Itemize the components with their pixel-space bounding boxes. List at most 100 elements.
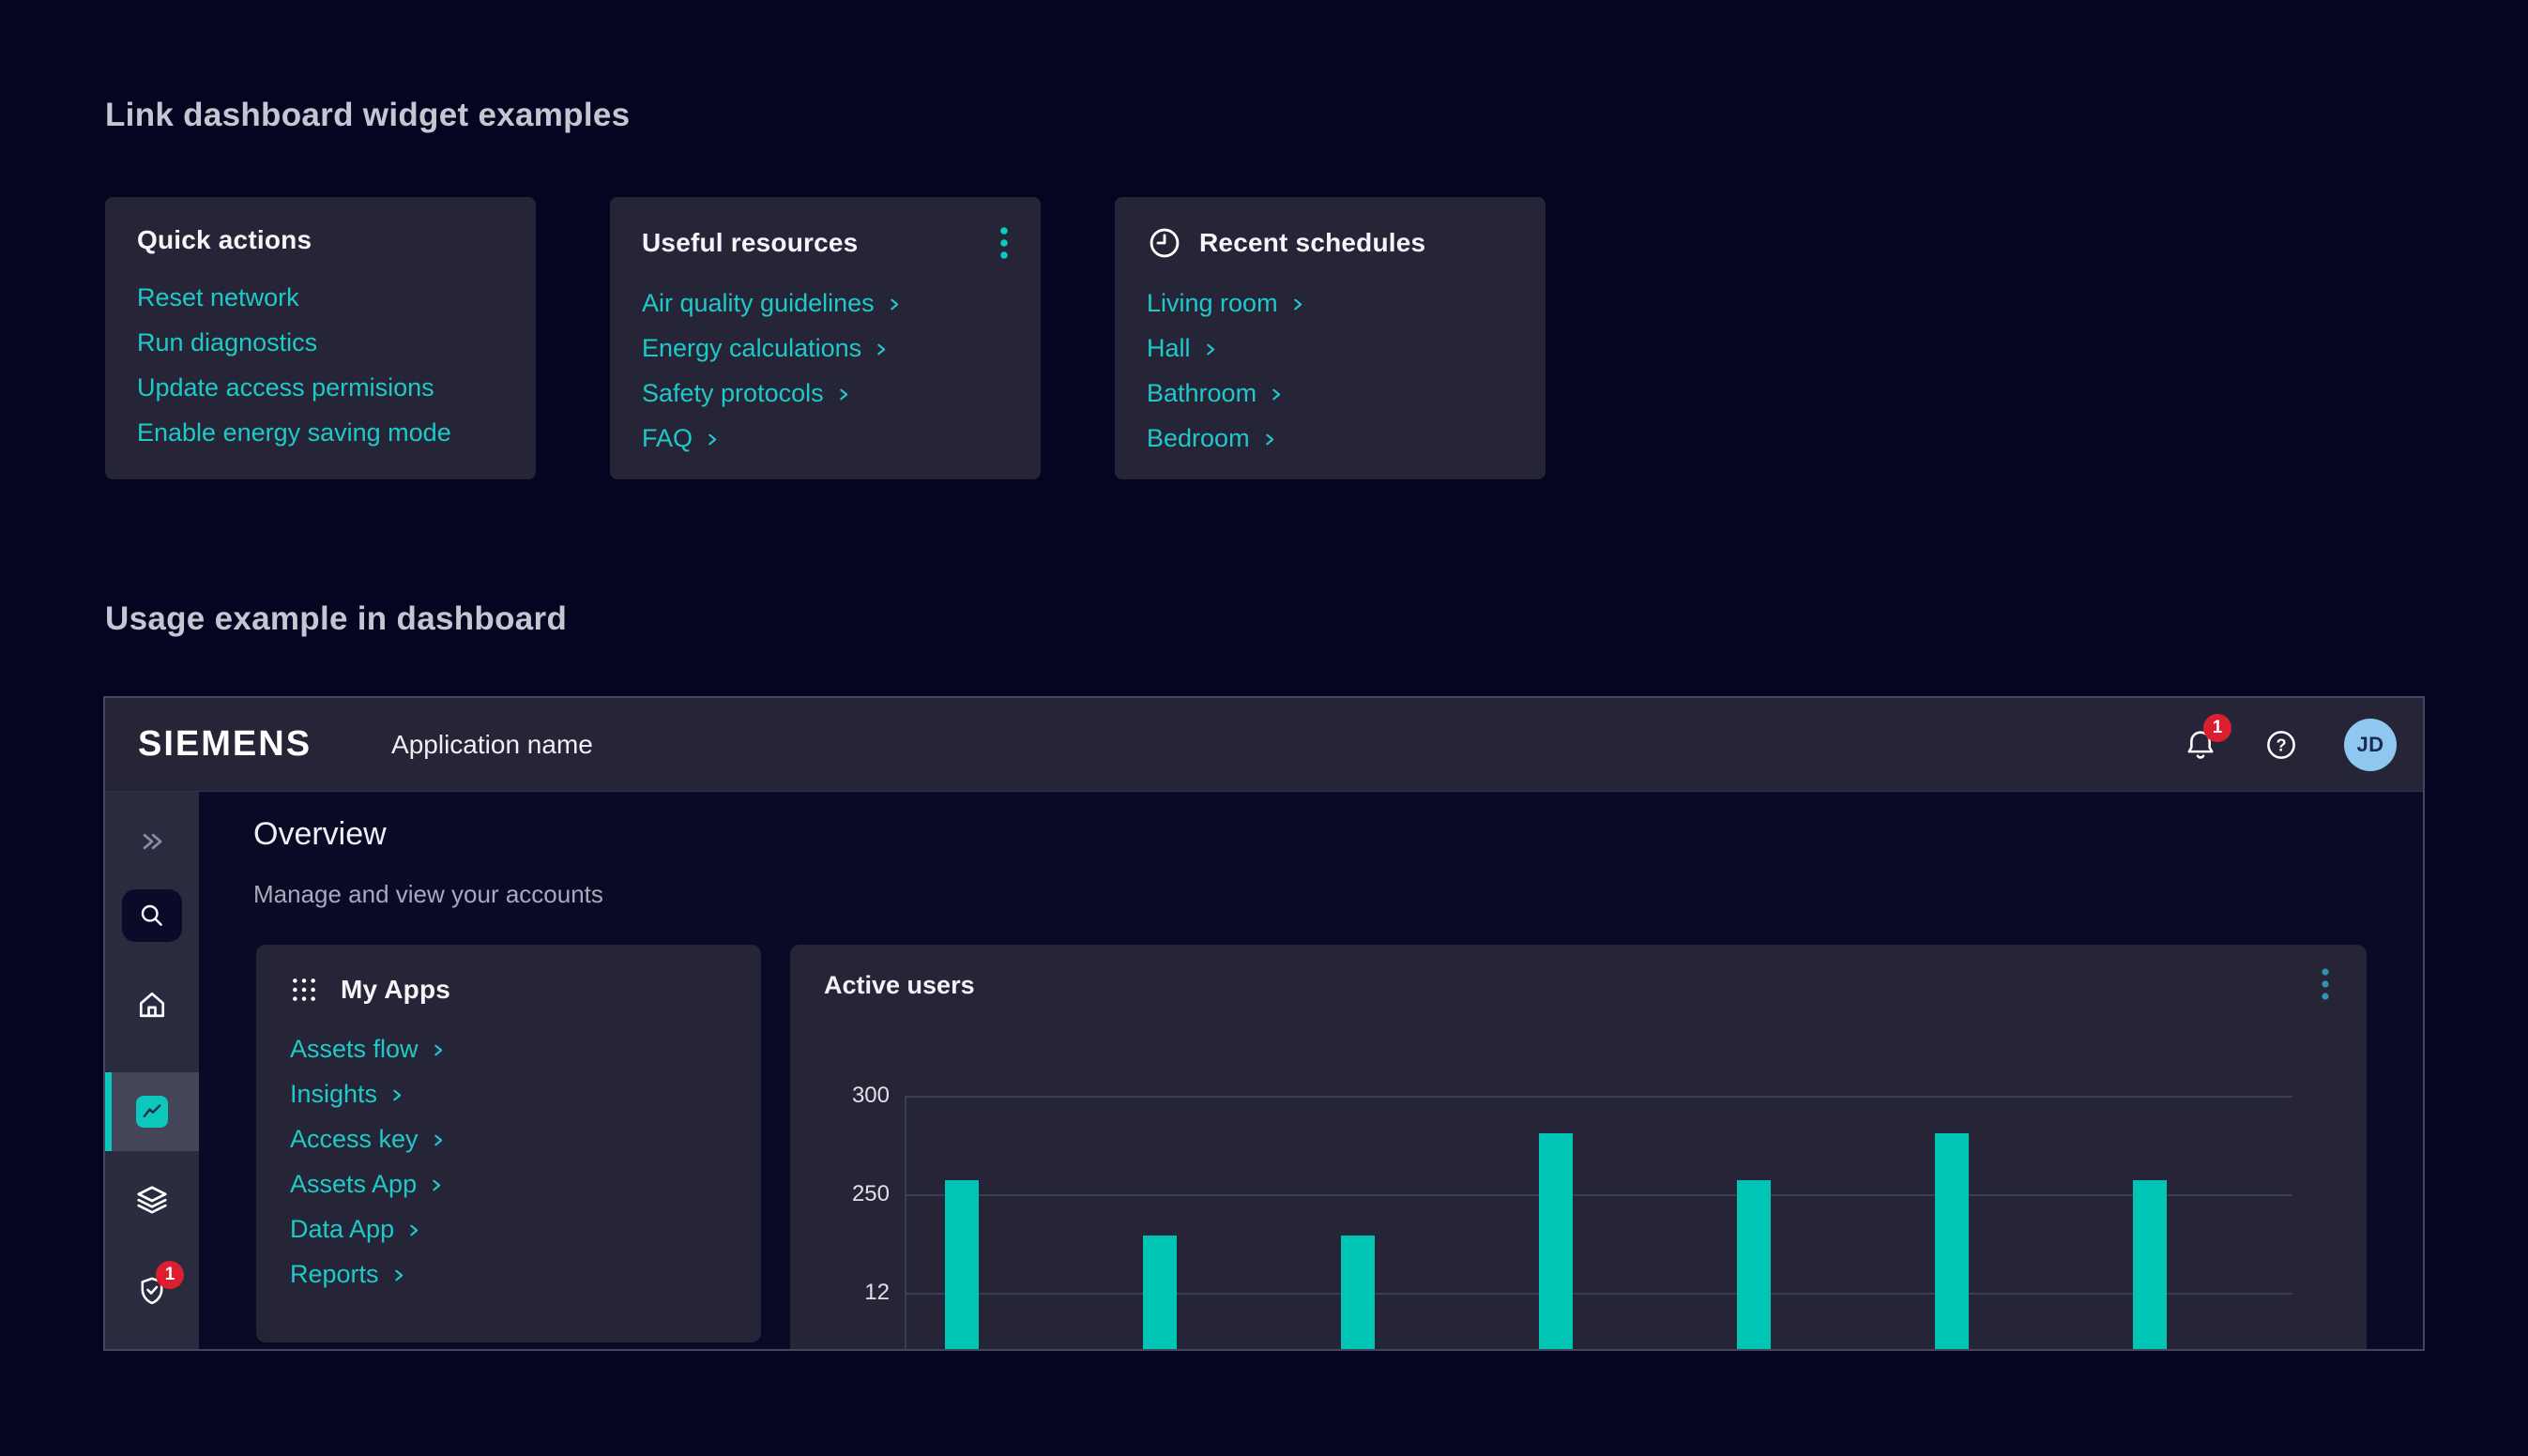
link-item[interactable]: Reports [290,1260,727,1289]
help-button[interactable]: ? [2263,727,2299,763]
y-tick-label: 300 [830,1083,890,1109]
chevron-right-icon [889,296,901,312]
chart-plot: 30025012 [905,1096,2292,1351]
chevron-right-icon [391,1087,404,1103]
widget-cards-row: Quick actions Reset network Run diagnosti… [105,197,1546,479]
bar [1143,1236,1177,1351]
help-icon: ? [2263,727,2299,763]
widgets-section-title: Link dashboard widget examples [105,97,630,134]
sidebar-item-analytics-active[interactable] [105,1072,199,1151]
chart-kebab-menu-icon[interactable] [2322,967,2329,1001]
chevron-right-icon [1205,341,1217,357]
link-label: Reset network [137,283,299,312]
link-label: Run diagnostics [137,328,317,357]
active-users-widget: Active users 30025012 [790,945,2367,1351]
my-apps-header: My Apps [290,975,727,1005]
page-subtitle: Manage and view your accounts [253,880,603,909]
link-label: Assets App [290,1170,417,1199]
chevron-right-icon [707,432,719,447]
kebab-menu-icon[interactable] [999,225,1009,261]
chevron-right-icon [1264,432,1276,447]
link-item[interactable]: Safety protocols [642,379,1009,408]
bar [1539,1133,1573,1351]
chevron-right-icon [838,387,850,402]
chevron-right-icon [1271,387,1283,402]
main-content: Overview Manage and view your accounts M… [199,792,2423,1349]
link-item[interactable]: Living room [1147,289,1514,318]
link-label: FAQ [642,424,693,453]
link-label: Enable energy saving mode [137,418,451,447]
recent-schedules-title: Recent schedules [1199,228,1425,258]
link-item[interactable]: Bathroom [1147,379,1514,408]
security-alert-badge: 1 [156,1261,184,1289]
search-icon [137,901,167,931]
chevron-right-icon [876,341,888,357]
link-item[interactable]: Reset network [137,283,504,312]
active-indicator-bar [105,1072,112,1151]
useful-resources-links: Air quality guidelines Energy calculation… [642,289,1009,453]
link-item[interactable]: Insights [290,1080,727,1109]
link-item[interactable]: Update access permisions [137,373,504,402]
gridline [905,1194,2292,1196]
sidebar-collapse-button[interactable] [135,825,169,858]
sidebar-item-search[interactable] [122,889,182,942]
my-apps-widget: My Apps Assets flowInsightsAccess keyAss… [256,945,761,1342]
recent-schedules-links: Living room Hall Bathroom Bedroom [1147,289,1514,453]
link-item[interactable]: Run diagnostics [137,328,504,357]
svg-text:?: ? [2276,736,2286,754]
link-item[interactable]: Enable energy saving mode [137,418,504,447]
link-label: Insights [290,1080,377,1109]
chevron-right-icon [433,1042,445,1058]
sidebar-item-home[interactable] [134,987,170,1023]
link-label: Living room [1147,289,1278,318]
my-apps-links: Assets flow Insights Access key Assets App D… [290,1035,727,1289]
recent-schedules-header: Recent schedules [1147,225,1514,261]
link-label: Assets flow [290,1035,419,1064]
notifications-button[interactable]: 1 [2183,727,2218,763]
clock-icon [1147,225,1182,261]
link-item[interactable]: Access key [290,1125,727,1154]
sidebar-item-layers[interactable] [134,1183,170,1219]
notification-badge: 1 [2203,714,2231,742]
link-label: Hall [1147,334,1191,363]
link-label: Access key [290,1125,419,1154]
link-label: Safety protocols [642,379,824,408]
bar [945,1180,979,1351]
double-chevron-right-icon [136,826,168,857]
link-label: Energy calculations [642,334,861,363]
chevron-right-icon [1292,296,1304,312]
bar [1737,1180,1771,1351]
sidebar: 1 [105,792,199,1349]
y-tick-label: 12 [830,1280,890,1306]
chart-title: Active users [824,971,975,1000]
link-item[interactable]: Assets App [290,1170,727,1199]
usage-section-title: Usage example in dashboard [105,600,567,638]
link-label: Bathroom [1147,379,1256,408]
link-item[interactable]: Hall [1147,334,1514,363]
y-axis-line [905,1096,906,1351]
useful-resources-header: Useful resources [642,225,1009,261]
dashboard-header: SIEMENS Application name 1 ? JD [105,698,2423,792]
useful-resources-card: Useful resources Air quality guidelines E… [610,197,1041,479]
link-label: Update access permisions [137,373,434,402]
gridline [905,1293,2292,1295]
useful-resources-title: Useful resources [642,228,858,258]
dashboard-body: 1 Overview Manage and view your accounts… [105,792,2423,1349]
link-label: Bedroom [1147,424,1250,453]
link-item[interactable]: Assets flow [290,1035,727,1064]
layers-icon [134,1183,170,1219]
link-label: Reports [290,1260,379,1289]
chevron-right-icon [408,1222,420,1238]
sidebar-item-security[interactable]: 1 [135,1274,169,1308]
siemens-logo: SIEMENS [138,724,312,765]
user-avatar[interactable]: JD [2344,719,2397,771]
home-icon [134,987,170,1023]
link-item[interactable]: Air quality guidelines [642,289,1009,318]
bar [2133,1180,2167,1351]
link-item[interactable]: FAQ [642,424,1009,453]
link-item[interactable]: Data App [290,1215,727,1244]
chevron-right-icon [393,1267,405,1283]
link-item[interactable]: Bedroom [1147,424,1514,453]
link-item[interactable]: Energy calculations [642,334,1009,363]
quick-actions-header: Quick actions [137,225,504,255]
